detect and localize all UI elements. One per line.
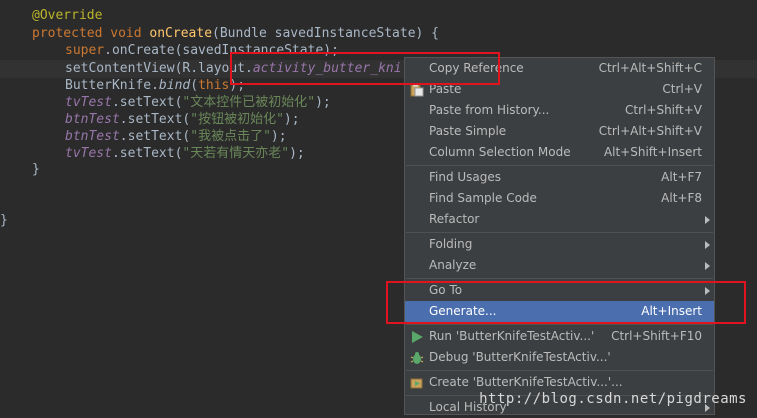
menu-item-folding[interactable]: Folding [405, 234, 714, 255]
menu-separator [406, 370, 713, 371]
menu-item-paste-simple[interactable]: Paste Simple Ctrl+Alt+Shift+V [405, 121, 714, 142]
menu-item-run[interactable]: Run 'ButterKnifeTestActiv...' Ctrl+Shift… [405, 326, 714, 347]
menu-separator [406, 324, 713, 325]
submenu-arrow-icon [705, 241, 710, 249]
debug-icon [410, 352, 424, 364]
create-config-icon [410, 378, 423, 389]
submenu-arrow-icon [705, 262, 710, 270]
menu-separator [406, 278, 713, 279]
code-line-butterknife: ButterKnife.bind(this); [65, 78, 246, 93]
menu-item-analyze[interactable]: Analyze [405, 255, 714, 276]
context-menu: Copy Reference Ctrl+Alt+Shift+C Paste Ct… [404, 57, 715, 415]
code-line-btntest-2: btnTest.setText("我被点击了"); [65, 129, 287, 144]
code-line-close-class: } [0, 213, 8, 228]
menu-separator [406, 232, 713, 233]
annotation-box-copy-reference [230, 52, 500, 85]
menu-item-debug[interactable]: Debug 'ButterKnifeTestActiv...' [405, 347, 714, 368]
menu-item-column-selection-mode[interactable]: Column Selection Mode Alt+Shift+Insert [405, 142, 714, 163]
annotation-box-generate [386, 281, 746, 324]
menu-item-refactor[interactable]: Refactor [405, 209, 714, 230]
run-icon [412, 331, 423, 343]
menu-item-paste-from-history[interactable]: Paste from History... Ctrl+Shift+V [405, 100, 714, 121]
code-line-btntest-1: btnTest.setText("按钮被初始化"); [65, 112, 300, 127]
code-line-close-method: } [32, 162, 40, 177]
code-line-annotation: @Override [32, 8, 103, 23]
paste-icon [410, 83, 424, 97]
code-line-tvtest: tvTest.setText("文本控件已被初始化"); [65, 95, 331, 110]
menu-item-find-sample-code[interactable]: Find Sample Code Alt+F8 [405, 188, 714, 209]
code-line-signature: protected void onCreate(Bundle savedInst… [32, 26, 440, 41]
menu-separator [406, 165, 713, 166]
code-line-tvtest-2: tvTest.setText("天若有情天亦老"); [65, 146, 305, 161]
menu-item-create-config[interactable]: Create 'ButterKnifeTestActiv...'... [405, 372, 714, 393]
submenu-arrow-icon [705, 216, 710, 224]
menu-item-find-usages[interactable]: Find Usages Alt+F7 [405, 167, 714, 188]
watermark-text: http://blog.csdn.net/pigdreams [479, 391, 747, 407]
